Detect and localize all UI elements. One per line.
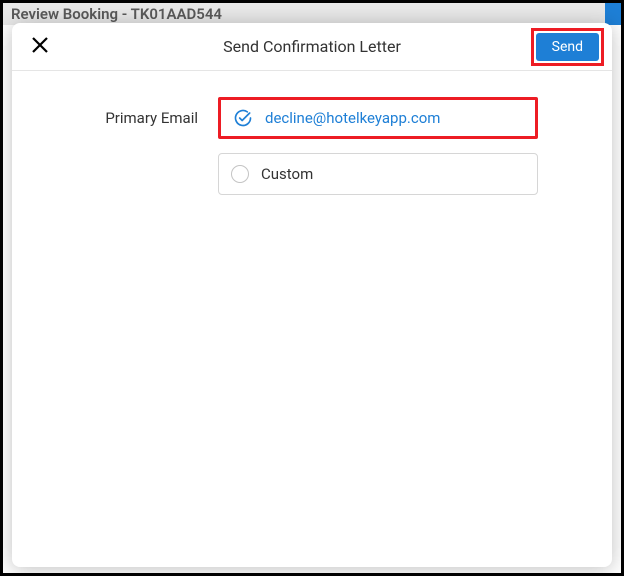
primary-email-option[interactable]: decline@hotelkeyapp.com [218, 97, 538, 139]
corner-indicator [605, 3, 621, 25]
close-icon [31, 36, 49, 58]
send-confirmation-modal: Send Confirmation Letter Send Primary Em… [12, 23, 612, 567]
send-button-highlight: Send [531, 28, 604, 66]
custom-option-label: Custom [261, 165, 313, 183]
modal-title: Send Confirmation Letter [223, 37, 401, 56]
custom-row: Custom [30, 153, 594, 195]
primary-email-value: decline@hotelkeyapp.com [265, 109, 440, 127]
primary-email-row: Primary Email decline@hotelkeyapp.com [30, 97, 594, 139]
send-button[interactable]: Send [536, 33, 599, 61]
background-page-title: Review Booking - TK01AAD544 [3, 3, 621, 25]
modal-header: Send Confirmation Letter Send [12, 23, 612, 71]
background-title-text: Review Booking - TK01AAD544 [11, 5, 222, 23]
check-circle-icon [233, 108, 253, 128]
radio-unchecked-icon [231, 165, 249, 183]
primary-email-label: Primary Email [30, 109, 218, 127]
close-button[interactable] [26, 33, 54, 61]
custom-option[interactable]: Custom [218, 153, 538, 195]
modal-body: Primary Email decline@hotelkeyapp.com [12, 71, 612, 221]
